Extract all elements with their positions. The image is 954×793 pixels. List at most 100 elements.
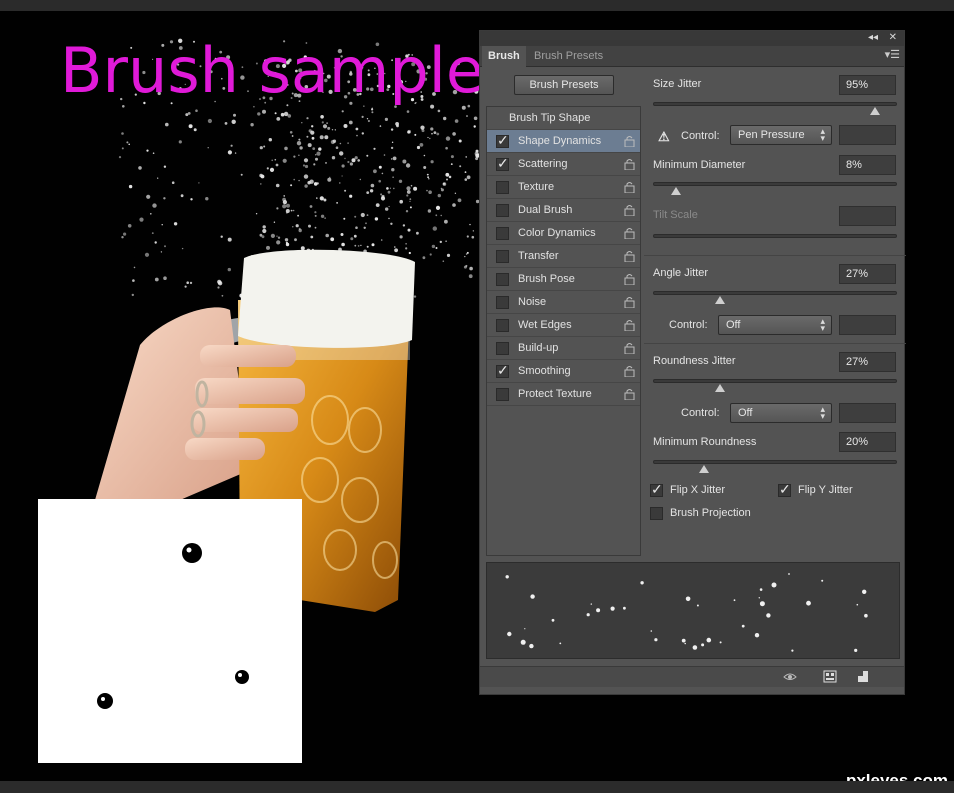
lock-icon[interactable] (624, 204, 635, 217)
option-checkbox[interactable] (496, 250, 509, 263)
option-checkbox[interactable] (496, 273, 509, 286)
roundness-jitter-label: Roundness Jitter (653, 355, 736, 367)
brush-option-wet-edges[interactable]: Wet Edges (487, 314, 640, 337)
brush-sample-box (38, 499, 302, 763)
flip-y-checkbox[interactable]: ✓ (778, 481, 791, 497)
close-icon[interactable]: ✕ (889, 32, 897, 43)
size-jitter-label: Size Jitter (653, 78, 702, 90)
beer-foam (238, 249, 415, 348)
toggle-live-tip-preview-icon[interactable] (783, 670, 797, 683)
brush-option-shape-dynamics[interactable]: ✓ Shape Dynamics (487, 130, 640, 153)
option-checkbox[interactable] (496, 296, 509, 309)
control-roundness-value-field (839, 403, 896, 423)
brush-option-protect-texture[interactable]: Protect Texture (487, 383, 640, 406)
option-checkbox[interactable] (496, 388, 509, 401)
angle-jitter-slider-handle[interactable] (714, 296, 725, 304)
brush-option-scattering[interactable]: ✓ Scattering (487, 153, 640, 176)
size-jitter-slider-handle[interactable] (869, 107, 880, 115)
brush-option-texture[interactable]: Texture (487, 176, 640, 199)
minimum-roundness-slider-handle[interactable] (698, 465, 709, 473)
option-label: Build-up (518, 342, 559, 354)
brush-presets-button[interactable]: Brush Presets (514, 75, 614, 95)
lock-icon[interactable] (624, 250, 635, 263)
brush-projection-checkbox[interactable] (650, 507, 663, 520)
lock-icon[interactable] (624, 319, 635, 332)
brush-stroke-preview (486, 562, 900, 659)
brush-settings-list: Brush Tip Shape ✓ Shape Dynamics ✓ Scatterin… (486, 106, 641, 556)
option-checkbox[interactable]: ✓ (496, 362, 509, 378)
collapse-icon[interactable]: ◂◂ (868, 32, 878, 43)
tab-brush[interactable]: Brush (482, 46, 526, 67)
roundness-jitter-slider-handle[interactable] (714, 384, 725, 392)
angle-jitter-field[interactable]: 27% (839, 264, 896, 284)
brush-option-build-up[interactable]: Build-up (487, 337, 640, 360)
lock-icon[interactable] (624, 296, 635, 309)
option-checkbox[interactable] (496, 342, 509, 355)
lock-icon[interactable] (624, 365, 635, 378)
option-label: Color Dynamics (518, 227, 596, 239)
lock-icon[interactable] (624, 135, 635, 148)
panel-menu-icon[interactable]: ▾☰ (885, 48, 900, 61)
option-checkbox[interactable] (496, 319, 509, 332)
brush-option-brush-tip-shape[interactable]: Brush Tip Shape (487, 107, 640, 130)
size-jitter-slider[interactable] (653, 102, 897, 106)
checkmark-icon: ✓ (497, 132, 509, 148)
option-checkbox[interactable]: ✓ (496, 132, 509, 148)
lock-icon[interactable] (624, 181, 635, 194)
control-select-value: Off (738, 407, 753, 419)
finger (185, 438, 265, 460)
option-checkbox[interactable]: ✓ (496, 155, 509, 171)
control-select-size[interactable]: Pen Pressure ▴ ▾ (730, 125, 832, 145)
control-select-value: Off (726, 319, 741, 331)
brush-option-transfer[interactable]: Transfer (487, 245, 640, 268)
flip-x-label: Flip X Jitter (670, 484, 726, 496)
flip-y-label: Flip Y Jitter (798, 484, 853, 496)
page-title: Brush sample (60, 34, 485, 107)
tilt-scale-field (839, 206, 896, 226)
option-label: Dual Brush (518, 204, 573, 216)
panel-tabs: Brush Brush Presets ▾☰ (480, 46, 904, 67)
option-label: Smoothing (518, 365, 571, 377)
open-preset-manager-icon[interactable] (823, 670, 837, 683)
brush-option-noise[interactable]: Noise (487, 291, 640, 314)
minimum-roundness-field[interactable]: 20% (839, 432, 896, 452)
control-select-roundness[interactable]: Off ▴ ▾ (730, 403, 832, 423)
option-label: Transfer (518, 250, 559, 262)
control-label: Control: (681, 130, 720, 142)
minimum-roundness-slider[interactable] (653, 460, 897, 464)
lock-icon[interactable] (624, 388, 635, 401)
minimum-roundness-label: Minimum Roundness (653, 436, 757, 448)
option-checkbox[interactable] (496, 181, 509, 194)
flip-x-checkbox[interactable]: ✓ (650, 481, 663, 497)
option-label: Wet Edges (518, 319, 572, 331)
roundness-jitter-field[interactable]: 27% (839, 352, 896, 372)
finger (200, 345, 296, 367)
lock-icon[interactable] (624, 273, 635, 286)
option-checkbox[interactable] (496, 227, 509, 240)
brush-panel: ◂◂ ✕ Brush Brush Presets ▾☰ Brush Preset… (479, 30, 906, 695)
lock-icon[interactable] (624, 227, 635, 240)
divider (644, 343, 906, 344)
brush-option-dual-brush[interactable]: Dual Brush (487, 199, 640, 222)
tab-brush-presets[interactable]: Brush Presets (528, 46, 609, 67)
finger (192, 408, 298, 432)
brush-option-brush-pose[interactable]: Brush Pose (487, 268, 640, 291)
create-new-brush-icon[interactable] (856, 670, 870, 683)
size-jitter-field[interactable]: 95% (839, 75, 896, 95)
roundness-jitter-slider[interactable] (653, 379, 897, 383)
brush-option-color-dynamics[interactable]: Color Dynamics (487, 222, 640, 245)
brush-option-smoothing[interactable]: ✓ Smoothing (487, 360, 640, 383)
checkmark-icon: ✓ (497, 362, 509, 378)
tilt-scale-label: Tilt Scale (653, 209, 698, 221)
lock-icon[interactable] (624, 342, 635, 355)
control-select-angle[interactable]: Off ▴ ▾ (718, 315, 832, 335)
option-checkbox[interactable] (496, 204, 509, 217)
minimum-diameter-field[interactable]: 8% (839, 155, 896, 175)
divider (644, 255, 906, 256)
lock-icon[interactable] (624, 158, 635, 171)
option-label: Protect Texture (518, 388, 592, 400)
minimum-diameter-slider-handle[interactable] (671, 187, 682, 195)
warning-icon: ⚠ (658, 129, 670, 144)
minimum-diameter-slider[interactable] (653, 182, 897, 186)
angle-jitter-slider[interactable] (653, 291, 897, 295)
